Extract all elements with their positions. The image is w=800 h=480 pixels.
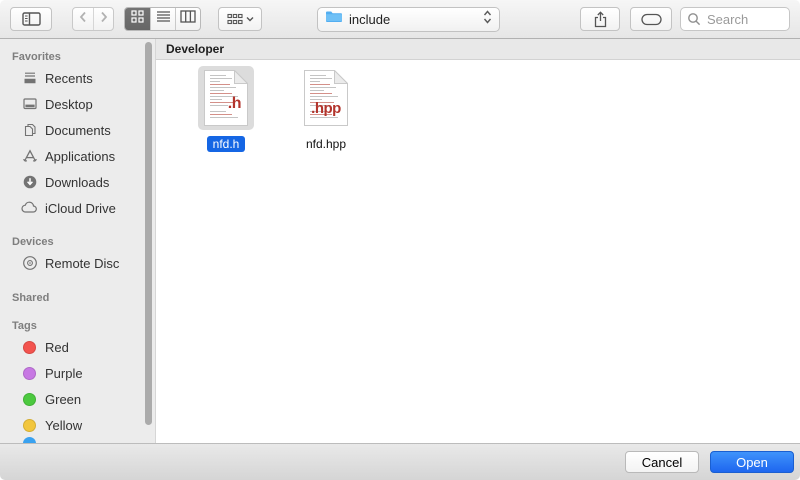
tag-color-dot: [21, 339, 38, 356]
applications-icon: [21, 148, 38, 165]
sidebar-item-label: Documents: [45, 123, 111, 138]
icloud-icon: [21, 200, 38, 217]
sidebar-item-desktop[interactable]: Desktop: [0, 91, 155, 117]
column-view-button[interactable]: [175, 8, 200, 30]
list-view-button[interactable]: [150, 8, 175, 30]
updown-chevrons-icon: [483, 10, 492, 29]
sidebar-item-label: Recents: [45, 71, 93, 86]
list-view-icon: [156, 10, 171, 28]
icon-view-button[interactable]: [125, 8, 150, 30]
sidebar-tag-purple[interactable]: Purple: [0, 360, 155, 386]
sidebar-item-label: iCloud Drive: [45, 201, 116, 216]
tag-color-dot: [21, 365, 38, 382]
sidebar-tag-red[interactable]: Red: [0, 334, 155, 360]
sidebar-tag-yellow[interactable]: Yellow: [0, 412, 155, 438]
sidebar-item-label: Yellow: [45, 418, 82, 433]
group-header: Developer: [156, 39, 800, 60]
open-file-dialog: include Favorites Recents Desktop: [0, 0, 800, 480]
files-row: .h nfd.h .h: [156, 60, 800, 152]
file-icon-wrap: .hpp: [298, 66, 354, 130]
action-menu-button[interactable]: [218, 7, 262, 31]
chevron-down-icon: [246, 16, 254, 22]
sidebar-section-favorites: Favorites: [0, 47, 155, 65]
action-grid-icon: [227, 13, 243, 25]
file-browser: Developer .h: [156, 39, 800, 443]
navigation-buttons: [72, 7, 114, 31]
file-name-selected: nfd.h: [207, 136, 246, 152]
recents-icon: [21, 70, 38, 87]
tag-color-dot: [21, 391, 38, 408]
forward-button[interactable]: [93, 8, 113, 30]
sidebar-item-applications[interactable]: Applications: [0, 143, 155, 169]
tags-toolbar-button[interactable]: [630, 7, 672, 31]
share-button[interactable]: [580, 7, 620, 31]
documents-icon: [21, 122, 38, 139]
share-icon: [593, 11, 608, 28]
toolbar: include: [0, 0, 800, 39]
header-file-icon: .hpp: [304, 70, 348, 126]
main-area: Favorites Recents Desktop Documents Appl…: [0, 39, 800, 443]
location-dropdown[interactable]: include: [317, 7, 500, 32]
sidebar-section-devices: Devices: [0, 232, 155, 250]
sidebar-item-label: Red: [45, 340, 69, 355]
sidebar-item-downloads[interactable]: Downloads: [0, 169, 155, 195]
file-name: nfd.hpp: [300, 136, 352, 152]
downloads-icon: [21, 174, 38, 191]
location-dropdown-value: include: [349, 12, 390, 27]
grid-view-icon: [131, 10, 144, 28]
file-item[interactable]: .h nfd.h: [188, 66, 264, 152]
sidebar-scrollbar[interactable]: [145, 42, 152, 425]
cancel-button[interactable]: Cancel: [625, 451, 699, 473]
header-file-icon: .h: [204, 70, 248, 126]
file-icon-highlight: .h: [198, 66, 254, 130]
sidebar-section-shared: Shared: [0, 288, 155, 306]
chevron-left-icon: [79, 10, 87, 28]
view-mode-control: [124, 7, 201, 31]
tag-color-dot: [21, 417, 38, 434]
sidebar-item-recents[interactable]: Recents: [0, 65, 155, 91]
sidebar-item-label: Green: [45, 392, 81, 407]
folder-icon: [325, 10, 343, 28]
sidebar-tag-green[interactable]: Green: [0, 386, 155, 412]
column-view-icon: [180, 10, 196, 28]
sidebar-item-label: Purple: [45, 366, 83, 381]
sidebar-item-icloud-drive[interactable]: iCloud Drive: [0, 195, 155, 221]
sidebar-item-remote-disc[interactable]: Remote Disc: [0, 250, 155, 276]
search-field-wrap: [680, 7, 790, 31]
sidebar-section-tags: Tags: [0, 316, 155, 334]
sidebar-toggle-icon: [22, 12, 41, 26]
file-extension-label: .h: [204, 95, 241, 113]
sidebar-item-label: Desktop: [45, 97, 93, 112]
desktop-icon: [21, 96, 38, 113]
magnifier-icon: [687, 12, 701, 31]
sidebar: Favorites Recents Desktop Documents Appl…: [0, 39, 156, 443]
sidebar-item-label: Remote Disc: [45, 256, 119, 271]
file-extension-label: .hpp: [304, 100, 348, 117]
back-button[interactable]: [73, 8, 93, 30]
sidebar-item-documents[interactable]: Documents: [0, 117, 155, 143]
sidebar-toggle-button[interactable]: [10, 7, 52, 31]
tag-color-dot-partial: [23, 437, 36, 443]
tag-icon: [641, 13, 662, 26]
chevron-right-icon: [100, 10, 108, 28]
dialog-footer: Cancel Open: [0, 443, 800, 480]
open-button[interactable]: Open: [710, 451, 794, 473]
file-item[interactable]: .hpp nfd.hpp: [288, 66, 364, 152]
disc-icon: [21, 255, 38, 272]
sidebar-item-label: Applications: [45, 149, 115, 164]
sidebar-item-label: Downloads: [45, 175, 109, 190]
